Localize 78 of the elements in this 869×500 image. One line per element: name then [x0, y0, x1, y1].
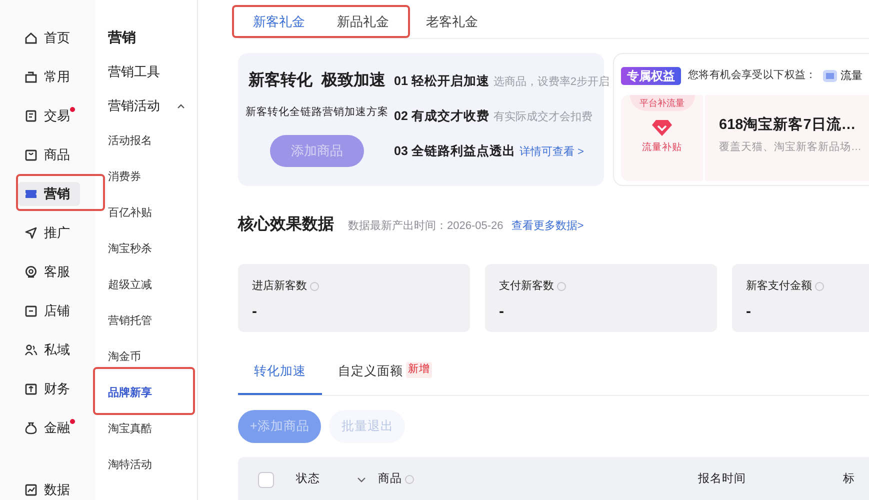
- submenu-item[interactable]: 淘宝秒杀: [108, 238, 197, 260]
- submenu-group[interactable]: 营销工具: [108, 62, 197, 82]
- bag-icon: [24, 148, 38, 162]
- nav-item[interactable]: 私域: [18, 338, 80, 362]
- home-icon: [24, 31, 38, 45]
- nav-item[interactable]: 数据: [18, 478, 80, 500]
- store-icon: [24, 304, 38, 318]
- nav-item[interactable]: 推广: [18, 221, 80, 245]
- section-title: 核心效果数据: [238, 214, 334, 235]
- stat-label: 新客支付金额: [746, 278, 812, 294]
- benefit-description: 覆盖天猫、淘宝新客新品场…: [719, 140, 862, 155]
- step-note: 有实际成交才会扣费: [493, 110, 592, 125]
- submenu-item[interactable]: 超级立减: [108, 274, 197, 296]
- money-bag-icon: [24, 421, 38, 435]
- benefit-label: 流量: [840, 68, 862, 84]
- ribbon-label: 平台补流量: [630, 95, 694, 111]
- submenu-item[interactable]: 淘特活动: [108, 454, 197, 476]
- submenu-item[interactable]: 营销托管: [108, 310, 197, 332]
- update-time: 数据最新产出时间：2026-05-26: [348, 218, 504, 234]
- nav-item[interactable]: 商品: [18, 143, 80, 167]
- nav-item[interactable]: 店铺: [18, 299, 80, 323]
- benefit-title: 618淘宝新客7日流…: [719, 115, 857, 135]
- benefit-item[interactable]: 平台补流量 流量补贴 618淘宝新客7日流… 覆盖天猫、淘宝新客新品场…: [621, 95, 869, 181]
- submenu-item[interactable]: 品牌新享: [108, 382, 197, 404]
- icon-label: 流量补贴: [642, 141, 682, 155]
- step-title: 03 全链路利益点透出: [394, 142, 516, 160]
- column-header: 标: [843, 472, 855, 487]
- document-icon: [24, 109, 38, 123]
- nav-item[interactable]: 首页: [18, 26, 80, 50]
- ticket-icon: [24, 187, 38, 201]
- nav-item[interactable]: 交易: [18, 104, 80, 128]
- column-header: 状态: [296, 472, 320, 487]
- tab[interactable]: 转化加速: [238, 362, 322, 395]
- stat-value: -: [746, 302, 752, 322]
- nav-item[interactable]: 常用: [18, 65, 80, 89]
- folder-icon: [24, 70, 38, 84]
- submenu-item[interactable]: 消费券: [108, 166, 197, 188]
- details-link[interactable]: 详情可查看 >: [519, 144, 584, 160]
- nav-item[interactable]: 客服: [18, 260, 80, 284]
- column-header: 报名时间: [698, 472, 746, 487]
- submenu-group[interactable]: 营销活动: [108, 96, 197, 116]
- help-icon: [405, 475, 414, 484]
- new-badge: 新增: [406, 362, 432, 378]
- tab[interactable]: 新品礼金: [321, 5, 410, 38]
- nav-item[interactable]: 营销: [18, 182, 80, 206]
- promo-subtitle: 新客转化全链路营销加速方案: [246, 105, 388, 120]
- column-header: 商品: [378, 471, 402, 487]
- wallet-icon: [24, 382, 38, 396]
- submenu-item[interactable]: 百亿补贴: [108, 202, 197, 224]
- step-title: 01 轻松开启加速: [394, 73, 490, 90]
- more-data-link[interactable]: 查看更多数据>: [511, 218, 584, 234]
- step-note: 选商品，设费率2步开启: [493, 74, 610, 90]
- tab[interactable]: 自定义面额 新增: [322, 362, 448, 395]
- tab[interactable]: 新客礼金: [232, 5, 321, 38]
- tab[interactable]: 老客礼金: [410, 5, 494, 38]
- submenu-item[interactable]: 活动报名: [108, 130, 197, 152]
- nav-item[interactable]: 金融: [18, 416, 80, 440]
- promo-title: 新客转化 极致加速: [248, 70, 386, 91]
- chart-icon: [24, 483, 38, 497]
- stat-label: 支付新客数: [499, 278, 554, 294]
- stat-value: -: [499, 302, 505, 322]
- benefits-intro: 您将有机会享受以下权益：: [688, 68, 816, 84]
- step-title: 02 有成交才收费: [394, 108, 490, 125]
- checkbox[interactable]: [258, 472, 274, 488]
- nav-item[interactable]: 财务: [18, 377, 80, 401]
- help-icon: [815, 282, 824, 291]
- stat-label: 进店新客数: [252, 278, 307, 294]
- submenu-item[interactable]: 淘宝真酷: [108, 418, 197, 440]
- send-icon: [24, 226, 38, 240]
- exclusive-badge: 专属权益: [621, 67, 681, 85]
- people-icon: [24, 343, 38, 357]
- help-icon: [310, 282, 319, 291]
- stat-value: -: [252, 302, 258, 322]
- chevron-down-icon[interactable]: [357, 476, 366, 482]
- help-icon: [557, 282, 566, 291]
- submenu-title: 营销: [108, 28, 137, 47]
- submenu-item[interactable]: 淘金币: [108, 346, 197, 368]
- gem-icon: [651, 119, 673, 137]
